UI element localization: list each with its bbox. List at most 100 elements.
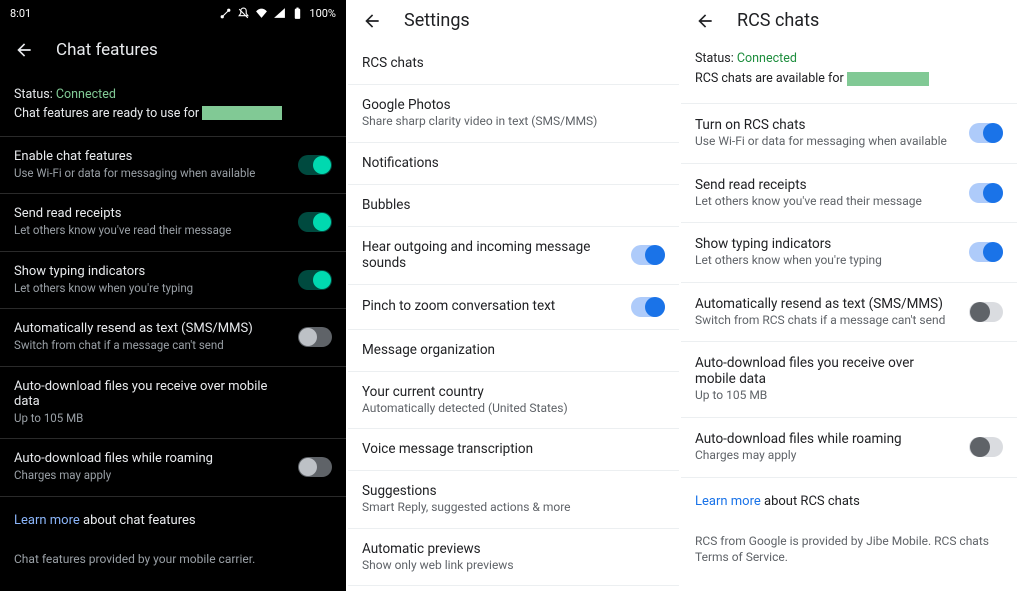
toggle-switch[interactable] — [969, 183, 1003, 203]
setting-row[interactable]: Notifications — [348, 143, 679, 185]
learn-more-link[interactable]: Learn more — [695, 494, 761, 509]
toggle-switch[interactable] — [969, 437, 1003, 457]
learn-more-row[interactable]: Learn more about RCS chats — [681, 478, 1017, 521]
setting-row[interactable]: Show typing indicators Let others know wh… — [0, 251, 346, 309]
row-subtitle: Charges may apply — [695, 448, 902, 464]
row-subtitle: Let others know when you're typing — [695, 253, 882, 269]
row-subtitle: Switch from RCS chats if a message can't… — [695, 313, 945, 329]
dnd-icon — [237, 7, 250, 20]
wifi-icon — [255, 7, 268, 20]
status-label: Status: — [14, 87, 53, 102]
learn-more-row[interactable]: Learn more about chat features — [0, 496, 346, 540]
back-icon[interactable] — [14, 40, 34, 60]
header: RCS chats — [681, 0, 1017, 41]
row-title: Hear outgoing and incoming message sound… — [362, 239, 622, 271]
row-title: Message organization — [362, 342, 495, 358]
row-title: Show typing indicators — [14, 264, 193, 279]
battery-text: 100% — [309, 7, 336, 20]
row-title: Auto-download files while roaming — [14, 451, 213, 466]
row-title: Pinch to zoom conversation text — [362, 298, 555, 314]
ready-text: Chat features are ready to use for — [14, 106, 199, 121]
row-subtitle: Up to 105 MB — [695, 388, 950, 404]
status-label: Status: — [695, 51, 734, 66]
status-value: Connected — [737, 51, 797, 66]
row-title: Send read receipts — [14, 206, 231, 221]
setting-row[interactable]: Turn on RCS chatsUse Wi-Fi or data for m… — [681, 104, 1017, 164]
setting-row[interactable]: Automatically resend as text (SMS/MMS) Sw… — [0, 308, 346, 366]
back-icon[interactable] — [695, 11, 715, 31]
row-subtitle: Share sharp clarity video in text (SMS/M… — [362, 114, 597, 130]
setting-row[interactable]: Your current countryAutomatically detect… — [348, 372, 679, 430]
header: Chat features — [0, 22, 346, 80]
toggle-switch[interactable] — [298, 327, 332, 347]
status-value: Connected — [56, 87, 116, 102]
row-subtitle: Let others know when you're typing — [14, 281, 193, 297]
row-title: Turn on RCS chats — [695, 117, 947, 133]
row-subtitle: Use Wi-Fi or data for messaging when ava… — [695, 134, 947, 150]
row-title: Bubbles — [362, 197, 410, 213]
row-title: Auto-download files you receive over mob… — [14, 379, 274, 409]
toggle-switch[interactable] — [298, 212, 332, 232]
toggle-switch[interactable] — [631, 245, 665, 265]
row-subtitle: Show only web link previews — [362, 558, 514, 574]
row-title: Automatically resend as text (SMS/MMS) — [695, 296, 945, 312]
row-title: Voice message transcription — [362, 441, 533, 457]
row-title: Your current country — [362, 384, 568, 400]
row-title: Auto-download files you receive over mob… — [695, 355, 950, 387]
row-subtitle: Charges may apply — [14, 468, 213, 484]
setting-row[interactable]: Send read receiptsLet others know you've… — [681, 164, 1017, 224]
setting-row[interactable]: RCS chats — [348, 43, 679, 85]
setting-row[interactable]: Auto-download files while roaming Charges… — [0, 438, 346, 496]
status-bar: 8:01 100% — [0, 0, 346, 22]
footer-text: RCS from Google is provided by Jibe Mobi… — [681, 521, 1017, 579]
row-subtitle: Up to 105 MB — [14, 411, 274, 427]
battery-icon — [291, 7, 304, 20]
toggle-switch[interactable] — [298, 155, 332, 175]
row-subtitle: Switch from chat if a message can't send — [14, 338, 253, 354]
avail-text: RCS chats are available for — [695, 71, 844, 86]
row-title: Automatic previews — [362, 541, 514, 557]
redacted-block — [847, 72, 929, 86]
learn-more-suffix: about RCS chats — [761, 494, 860, 509]
row-title: RCS chats — [362, 55, 424, 71]
learn-more-suffix: about chat features — [80, 513, 196, 528]
status-icons: 100% — [219, 7, 336, 20]
status-block: Status: Connected Chat features are read… — [0, 80, 346, 136]
setting-row[interactable]: Auto-download files you receive over mob… — [681, 342, 1017, 418]
redacted-block — [202, 106, 282, 120]
setting-row[interactable]: Bubbles — [348, 185, 679, 227]
cast-icon — [219, 7, 232, 20]
learn-more-link[interactable]: Learn more — [14, 513, 80, 528]
row-title: Automatically resend as text (SMS/MMS) — [14, 321, 253, 336]
toggle-switch[interactable] — [298, 457, 332, 477]
setting-row[interactable]: Message organization — [348, 330, 679, 372]
row-subtitle: Let others know you've read their messag… — [14, 223, 231, 239]
row-title: Notifications — [362, 155, 439, 171]
row-title: Auto-download files while roaming — [695, 431, 902, 447]
setting-row[interactable]: Send read receipts Let others know you've… — [0, 193, 346, 251]
setting-row[interactable]: SuggestionsSmart Reply, suggested action… — [348, 471, 679, 529]
toggle-switch[interactable] — [631, 297, 665, 317]
row-subtitle: Automatically detected (United States) — [362, 401, 568, 417]
toggle-switch[interactable] — [969, 302, 1003, 322]
toggle-switch[interactable] — [969, 123, 1003, 143]
setting-row[interactable]: Auto-download files you receive over mob… — [0, 366, 346, 439]
setting-row[interactable]: Enable chat featuresUse Wi-Fi or data fo… — [0, 136, 346, 194]
row-title: Suggestions — [362, 483, 571, 499]
toggle-switch[interactable] — [969, 242, 1003, 262]
setting-row[interactable]: Automatically resend as text (SMS/MMS)Sw… — [681, 283, 1017, 343]
setting-row[interactable]: Google PhotosShare sharp clarity video i… — [348, 85, 679, 143]
toggle-switch[interactable] — [298, 270, 332, 290]
setting-row[interactable]: Pinch to zoom conversation text — [348, 285, 679, 330]
setting-row[interactable]: Automatic previewsShow only web link pre… — [348, 529, 679, 587]
back-icon[interactable] — [362, 11, 382, 31]
page-title: Settings — [404, 10, 470, 31]
setting-row[interactable]: Show typing indicatorsLet others know wh… — [681, 223, 1017, 283]
header: Settings — [348, 0, 679, 43]
page-title: RCS chats — [737, 10, 819, 31]
setting-row[interactable]: Voice message transcription — [348, 429, 679, 471]
signal-icon — [273, 7, 286, 20]
setting-row[interactable]: Hear outgoing and incoming message sound… — [348, 227, 679, 285]
row-title: Enable chat features — [14, 149, 255, 164]
setting-row[interactable]: Auto-download files while roamingCharges… — [681, 418, 1017, 478]
